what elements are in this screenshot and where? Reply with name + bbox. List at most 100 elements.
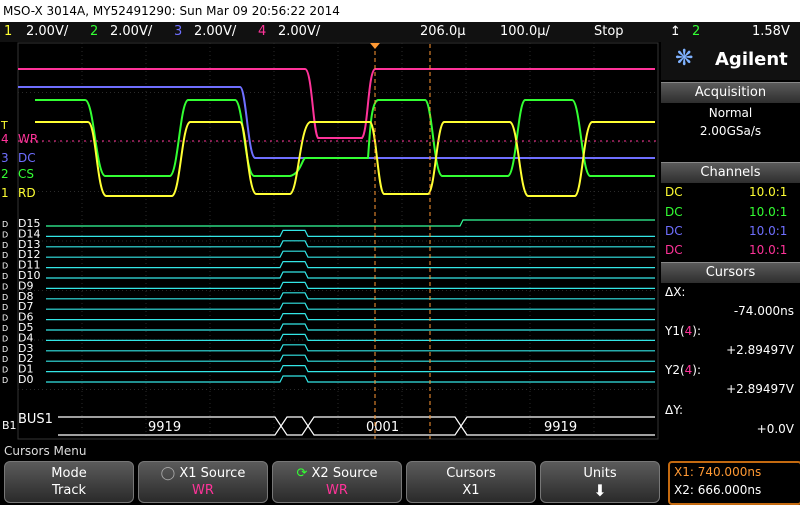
window-title: MSO-X 3014A, MY52491290: Sun Mar 09 20:5… <box>3 4 340 18</box>
digital-marker: D <box>2 355 8 364</box>
digital-marker: D <box>2 251 8 260</box>
ch1-marker: 1 <box>1 186 9 200</box>
cursors-label: Cursors <box>446 466 496 481</box>
menu-title: Cursors Menu <box>4 444 87 458</box>
digital-marker: D <box>2 376 8 385</box>
ch3-number: 3 <box>174 24 183 39</box>
ch4-marker: 4 <box>1 132 9 146</box>
channel-bar: 1 2.00V/ 2 2.00V/ 3 2.00V/ 4 2.00V/ 206.… <box>0 22 800 42</box>
bus-prefix: B1 <box>2 419 17 432</box>
ch3-label: DC <box>18 151 36 165</box>
ch3-marker: 3 <box>1 151 9 165</box>
ch3-probe: 10.0:1 <box>749 224 788 238</box>
ch1-scale[interactable]: 2.00V/ <box>26 22 68 42</box>
digital-marker: D <box>2 324 8 333</box>
x1-source-label: X1 Source <box>179 466 246 481</box>
ch1-coupling: DC <box>665 185 683 199</box>
agilent-spark-icon: ❋ <box>675 46 694 71</box>
run-state: Stop <box>594 24 624 39</box>
cursors-value: X1 <box>462 483 480 498</box>
digital-label-d0: D0 <box>18 373 33 386</box>
x1-readout: X1: 740.000ns <box>674 465 762 479</box>
y2-label-pre: Y2( <box>665 363 685 377</box>
digital-marker: D <box>2 272 8 281</box>
ch4-number: 4 <box>258 24 267 39</box>
mode-value: Track <box>51 483 87 498</box>
bus-value-1: 9919 <box>148 420 181 435</box>
y2-label: Y2(4): <box>665 363 701 377</box>
y1-label-pre: Y1( <box>665 324 685 338</box>
ch4-scale[interactable]: 2.00V/ <box>278 22 320 42</box>
digital-marker: D <box>2 345 8 354</box>
y2-label-post: ): <box>692 363 702 377</box>
x2-knob-icon: ⟳ <box>296 466 312 481</box>
mode-label: Mode <box>51 466 87 481</box>
digital-marker: D <box>2 303 8 312</box>
digital-marker: D <box>2 230 8 239</box>
ch4-coupling: DC <box>665 243 683 257</box>
units-softkey[interactable]: Units ⬇ <box>540 461 660 503</box>
delay-readout[interactable]: 206.0µ <box>420 22 466 42</box>
ch3-coupling: DC <box>665 224 683 238</box>
delta-y-value: +0.0V <box>756 422 794 436</box>
channels-header: Channels <box>661 162 800 183</box>
digital-marker: D <box>2 220 8 229</box>
bus-value-3: 9919 <box>544 420 577 435</box>
acquisition-mode: Normal <box>708 106 753 120</box>
brand-name: Agilent <box>715 49 788 70</box>
x2-source-label: X2 Source <box>311 466 378 481</box>
digital-marker: D <box>2 241 8 250</box>
bus-label: BUS1 <box>18 412 53 427</box>
y1-label: Y1(4): <box>665 324 701 338</box>
trigger-channel: 2 <box>692 24 701 39</box>
bus-value-2: 0001 <box>366 420 399 435</box>
trigger-level[interactable]: 1.58V <box>752 22 790 42</box>
ch2-label: CS <box>18 167 34 181</box>
x2-source-softkey[interactable]: ⟳ X2 Source WR <box>272 461 402 503</box>
ch1-label: RD <box>18 186 36 200</box>
ch2-coupling: DC <box>665 205 683 219</box>
x1-source-value: WR <box>192 483 214 498</box>
x2-source-label-line: ⟳ X2 Source <box>273 465 401 482</box>
ch1-number: 1 <box>4 24 13 39</box>
ch2-probe: 10.0:1 <box>749 205 788 219</box>
ch4-label: WR <box>18 132 38 146</box>
acquisition-header: Acquisition <box>661 82 800 103</box>
cursor-x-readout: X1: 740.000ns X2: 666.000ns <box>668 461 800 505</box>
x2-source-value: WR <box>326 483 348 498</box>
y2-value: +2.89497V <box>726 382 794 396</box>
ch4-probe: 10.0:1 <box>749 243 788 257</box>
cursors-header: Cursors <box>661 262 800 283</box>
digital-marker: D <box>2 366 8 375</box>
digital-marker: D <box>2 314 8 323</box>
x1-source-softkey[interactable]: ◯ X1 Source WR <box>138 461 268 503</box>
ch3-scale[interactable]: 2.00V/ <box>194 22 236 42</box>
trigger-level-marker: T <box>0 119 8 132</box>
ch1-probe: 10.0:1 <box>749 185 788 199</box>
x1-source-label-line: ◯ X1 Source <box>139 465 267 482</box>
y1-label-post: ): <box>692 324 702 338</box>
digital-marker: D <box>2 282 8 291</box>
timebase-readout[interactable]: 100.0µ/ <box>500 22 550 42</box>
brand-box: ❋ Agilent <box>661 42 800 80</box>
trigger-icon: ↥ <box>670 24 681 39</box>
delta-x-value: -74.000ns <box>733 304 794 318</box>
title-bar: MSO-X 3014A, MY52491290: Sun Mar 09 20:5… <box>0 0 800 22</box>
sidebar: ❋ Agilent Acquisition Normal 2.00GSa/s C… <box>661 42 800 440</box>
units-label: Units <box>583 466 617 481</box>
digital-marker: D <box>2 262 8 271</box>
sample-rate: 2.00GSa/s <box>699 124 762 138</box>
y1-value: +2.89497V <box>726 343 794 357</box>
digital-marker: D <box>2 293 8 302</box>
digital-marker: D <box>2 334 8 343</box>
x2-readout: X2: 666.000ns <box>674 483 762 497</box>
cursors-softkey[interactable]: Cursors X1 <box>406 461 536 503</box>
delta-x-label: ΔX: <box>665 285 686 299</box>
arrow-down-icon: ⬇ <box>593 481 607 500</box>
ch2-marker: 2 <box>1 167 9 181</box>
ch2-scale[interactable]: 2.00V/ <box>110 22 152 42</box>
ch2-number: 2 <box>90 24 99 39</box>
delta-y-label: ΔY: <box>665 403 683 417</box>
x1-knob-icon: ◯ <box>160 466 180 481</box>
mode-softkey[interactable]: Mode Track <box>4 461 134 503</box>
